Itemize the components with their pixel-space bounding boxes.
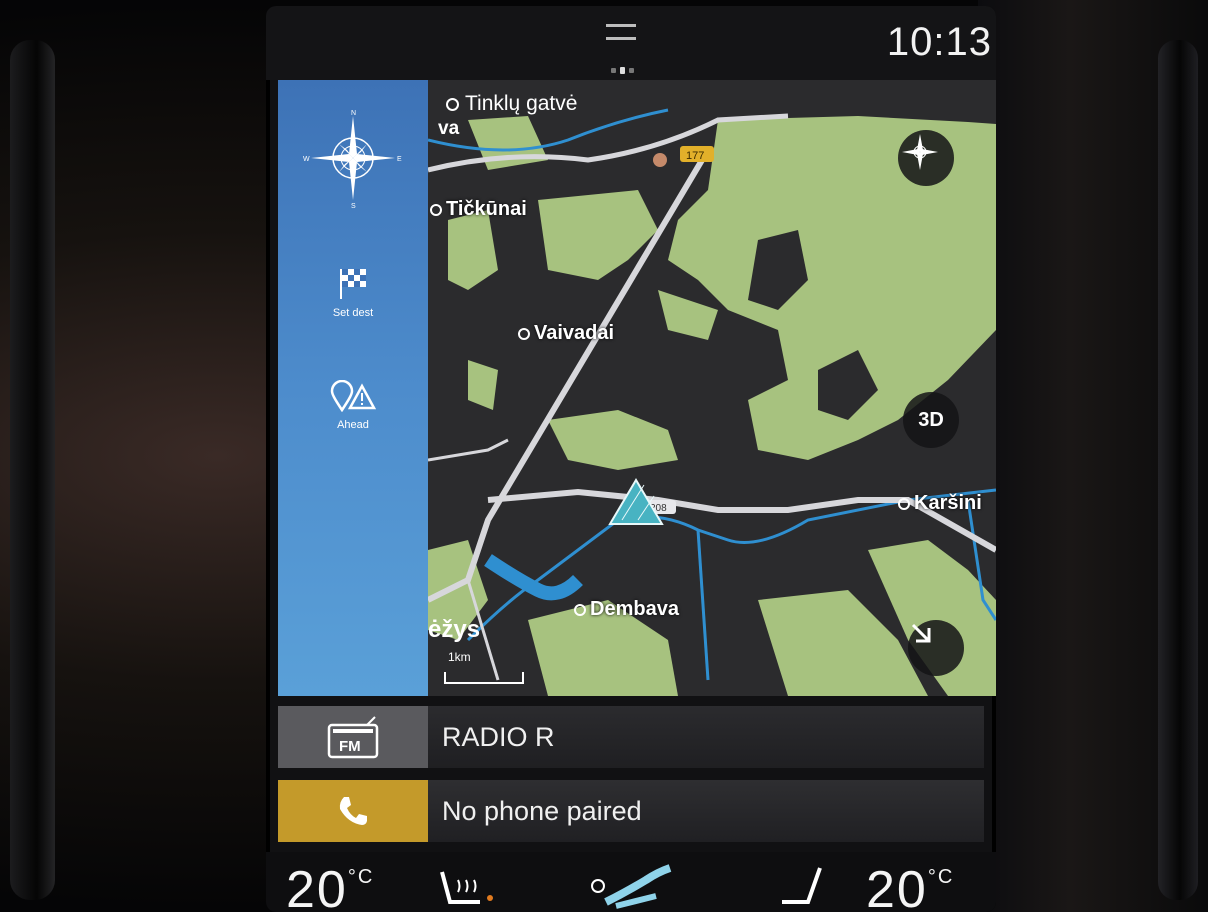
svg-text:E: E: [397, 156, 402, 163]
left-air-vent: [10, 40, 55, 900]
clock: 10:13: [886, 20, 992, 64]
fan-airflow-icon[interactable]: [586, 862, 676, 912]
place-label: Karšini: [898, 492, 982, 515]
radio-tile[interactable]: FM RADIO R: [278, 706, 984, 768]
climate-bar: 20°C 20°C: [266, 852, 996, 912]
navigation-map[interactable]: 177 208 Tinklų gatvė va Tičkūnai Vaivada…: [428, 80, 996, 696]
place-label: Tičkūnai: [430, 198, 527, 221]
street-marker-icon: [446, 97, 459, 111]
radio-icon-box: FM: [278, 706, 428, 768]
pin-warning-icon: [330, 379, 377, 413]
navigation-side-panel: N S W E Set dest Ahead: [278, 80, 428, 696]
svg-text:N: N: [351, 110, 356, 117]
fm-radio-icon: FM: [327, 716, 379, 759]
right-air-vent: [1158, 40, 1198, 900]
radio-station-label: RADIO R: [442, 721, 555, 752]
ahead-button[interactable]: Ahead: [278, 379, 428, 431]
phone-icon-box: [278, 780, 428, 842]
north-compass-icon: [902, 134, 938, 170]
place-marker-icon: [518, 327, 530, 340]
arrow-down-right-icon: [911, 623, 931, 643]
map-orientation-button[interactable]: [898, 130, 954, 186]
ahead-label: Ahead: [337, 419, 369, 431]
seat-heat-icon[interactable]: [436, 862, 496, 912]
status-bar: 10:13: [266, 6, 996, 80]
place-marker-icon: [574, 603, 586, 616]
compass-rose-icon: N S W E: [303, 110, 402, 210]
passenger-seat-icon[interactable]: [776, 862, 826, 912]
compass-button[interactable]: N S W E: [278, 108, 428, 213]
pull-down-handle[interactable]: [606, 24, 636, 40]
expand-map-button[interactable]: [908, 620, 964, 676]
map-label-partial-bottom: ėžys: [428, 616, 481, 643]
place-label: Dembava: [574, 598, 679, 621]
page-indicator: [611, 67, 634, 74]
place-marker-icon: [430, 203, 442, 216]
phone-status-label: No phone paired: [442, 795, 642, 826]
road-badge-177: 177: [686, 150, 704, 162]
driver-temperature[interactable]: 20°C: [286, 860, 374, 912]
set-destination-button[interactable]: Set dest: [278, 266, 428, 319]
place-label: Vaivadai: [518, 322, 614, 345]
set-destination-label: Set dest: [332, 307, 374, 319]
svg-text:W: W: [303, 156, 310, 163]
phone-icon: [339, 797, 367, 825]
place-marker-icon: [898, 497, 910, 510]
checkered-flag-icon: [340, 269, 366, 299]
map-scale: 1km: [444, 650, 524, 684]
svg-text:S: S: [351, 203, 356, 208]
current-street: Tinklų gatvė: [446, 92, 577, 116]
phone-tile[interactable]: No phone paired: [278, 780, 984, 842]
passenger-temperature[interactable]: 20°C: [866, 860, 954, 912]
street-name: Tinklų gatvė: [465, 92, 578, 115]
map-label-partial-top: va: [438, 118, 460, 139]
3d-view-button[interactable]: 3D: [903, 392, 959, 448]
svg-text:FM: FM: [339, 738, 361, 755]
infotainment-screen: 10:13 N S W E Set dest Ahead 177 208 Tin…: [266, 6, 996, 912]
